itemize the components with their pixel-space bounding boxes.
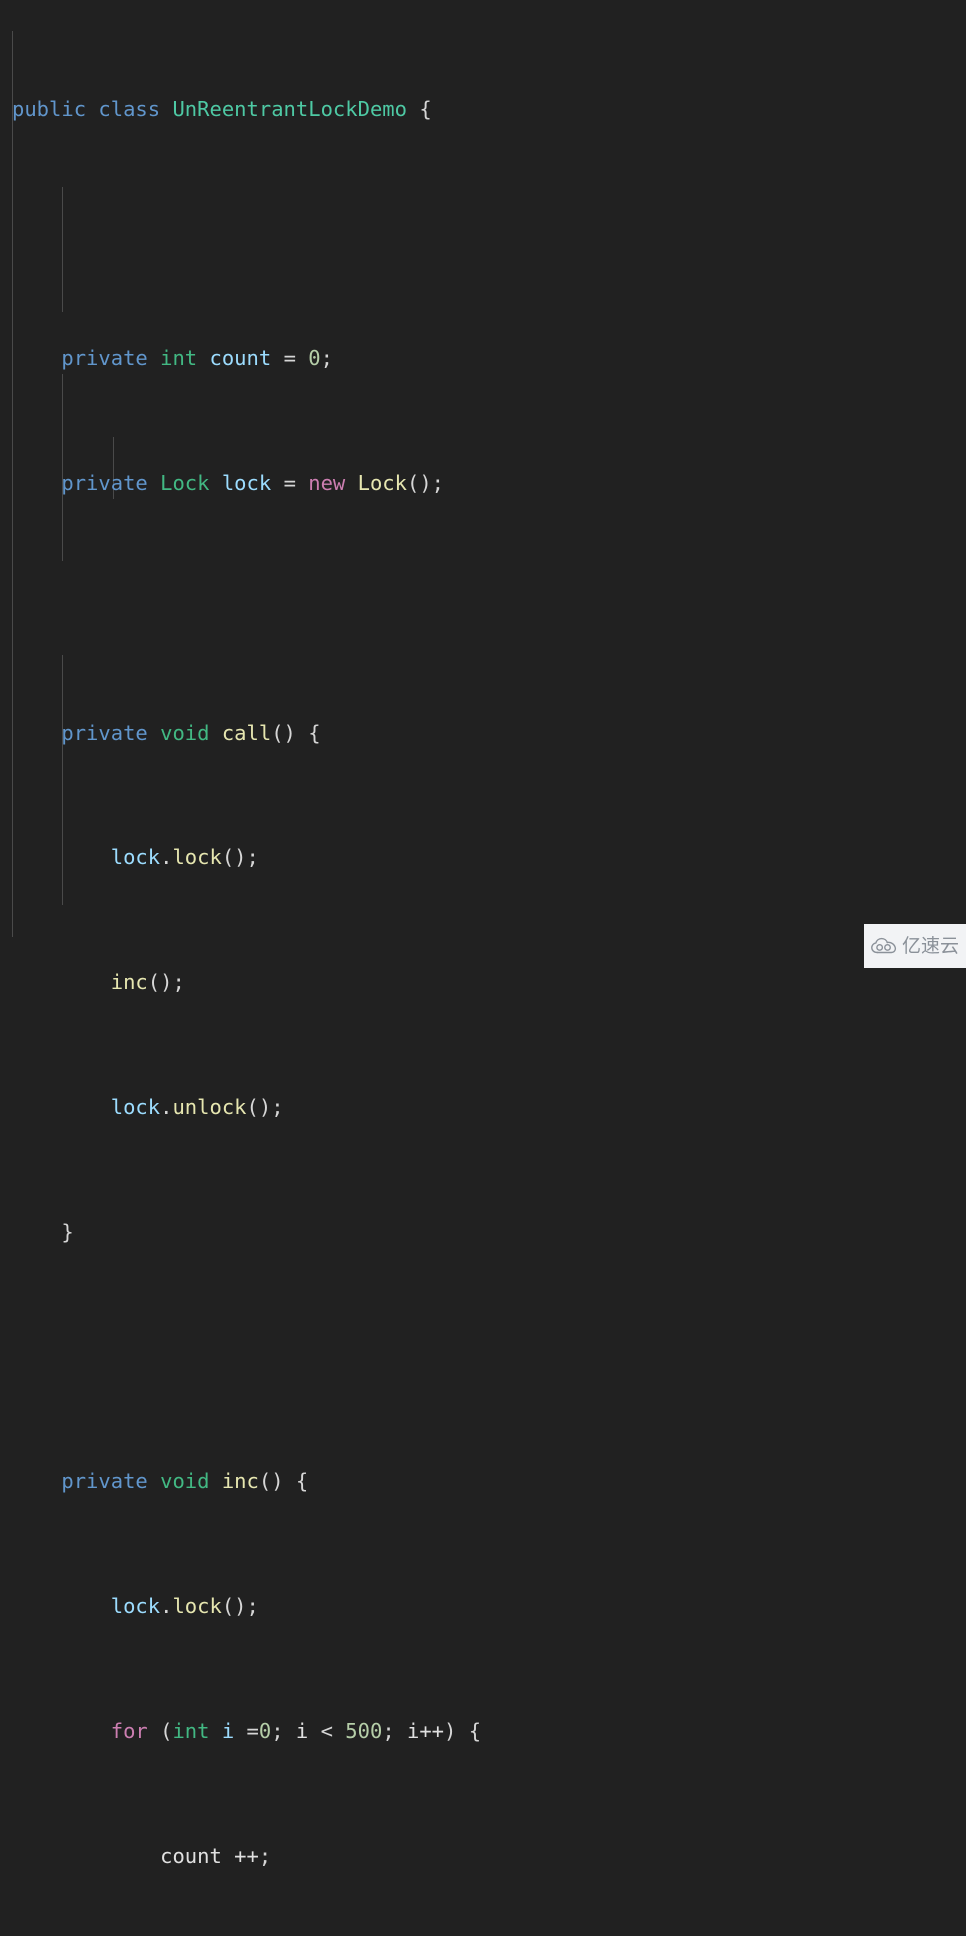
code-line: count ++; [160,1843,272,1868]
watermark-text: 亿速云 [901,934,959,957]
code-line: } [61,1219,74,1244]
code-line: lock.lock(); [110,1594,259,1619]
code-line: public class UnReentrantLockDemo { [12,96,432,121]
code-line: lock.lock(); [110,845,259,870]
code-content[interactable]: public class UnReentrantLockDemo { priva… [0,0,966,1936]
code-line: private void call() { [61,720,321,745]
code-line: for (int i =0; i < 500; i++) { [110,1718,482,1743]
code-line: private Lock lock = new Lock(); [61,471,445,495]
code-editor[interactable]: public class UnReentrantLockDemo { priva… [0,0,966,1868]
code-line: lock.unlock(); [110,1094,284,1119]
code-line: private void inc() { [61,1469,309,1494]
watermark: 亿速云 [864,924,966,968]
cloud-icon [871,937,897,954]
code-line: private int count = 0; [61,346,333,371]
code-line: inc(); [110,970,185,995]
